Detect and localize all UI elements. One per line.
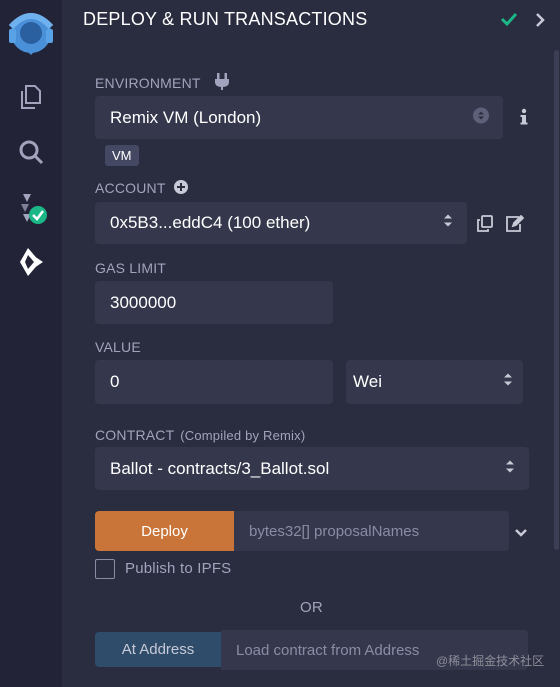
scrollbar[interactable] [554, 50, 559, 550]
check-icon [500, 10, 518, 33]
environment-select[interactable]: Remix VM (London) [95, 96, 503, 139]
value-amount: 0 [110, 372, 120, 391]
at-address-placeholder: Load contract from Address [236, 641, 420, 659]
select-arrows-icon [505, 458, 515, 479]
publish-checkbox[interactable] [95, 559, 115, 579]
value-label: VALUE [95, 339, 141, 355]
vm-badge: VM [105, 145, 139, 166]
chevron-right-icon[interactable] [535, 12, 545, 33]
gas-limit-label: GAS LIMIT [95, 260, 167, 276]
file-explorer-icon[interactable] [0, 80, 62, 114]
deploy-args-placeholder: bytes32[] proposalNames [249, 522, 420, 540]
deploy-run-panel: DEPLOY & RUN TRANSACTIONS ENVIRONMENT Re… [63, 0, 560, 687]
gas-limit-value: 3000000 [110, 292, 177, 312]
select-arrows-icon [503, 372, 513, 393]
environment-label: ENVIRONMENT [95, 75, 201, 91]
select-arrows-icon [443, 213, 453, 234]
select-arrows-icon [473, 107, 489, 128]
copy-icon[interactable] [477, 215, 493, 237]
contract-sublabel: (Compiled by Remix) [180, 428, 306, 443]
deploy-run-icon[interactable] [0, 244, 62, 280]
solidity-compiler-icon[interactable] [0, 190, 62, 226]
or-divider-text: OR [300, 599, 323, 616]
account-select[interactable]: 0x5B3...eddC4 (100 ether) [95, 202, 467, 244]
contract-label-text: CONTRACT [95, 427, 175, 443]
publish-label: Publish to IPFS [125, 560, 232, 577]
account-value: 0x5B3...eddC4 (100 ether) [110, 213, 311, 232]
deploy-args-input[interactable]: bytes32[] proposalNames [234, 511, 509, 551]
info-icon[interactable] [519, 108, 529, 131]
search-icon[interactable] [0, 135, 62, 169]
contract-value: Ballot - contracts/3_Ballot.sol [110, 458, 330, 478]
icon-sidebar [0, 0, 63, 687]
deploy-button[interactable]: Deploy [95, 511, 234, 551]
contract-label: CONTRACT (Compiled by Remix) [95, 427, 305, 443]
value-unit-select[interactable]: Wei [346, 360, 523, 404]
chevron-down-icon[interactable] [514, 525, 528, 543]
at-address-button[interactable]: At Address [95, 632, 221, 667]
gas-limit-input[interactable]: 3000000 [95, 281, 333, 324]
plug-icon [213, 71, 231, 96]
remix-logo-icon[interactable] [0, 6, 62, 58]
contract-select[interactable]: Ballot - contracts/3_Ballot.sol [95, 447, 529, 490]
environment-value: Remix VM (London) [110, 107, 262, 127]
account-label: ACCOUNT [95, 180, 166, 196]
panel-title: DEPLOY & RUN TRANSACTIONS [83, 9, 368, 29]
plus-circle-icon[interactable] [174, 180, 188, 199]
edit-icon[interactable] [506, 214, 525, 237]
value-unit: Wei [353, 372, 382, 391]
watermark-text: @稀土掘金技术社区 [436, 654, 545, 668]
value-input[interactable]: 0 [95, 360, 333, 404]
